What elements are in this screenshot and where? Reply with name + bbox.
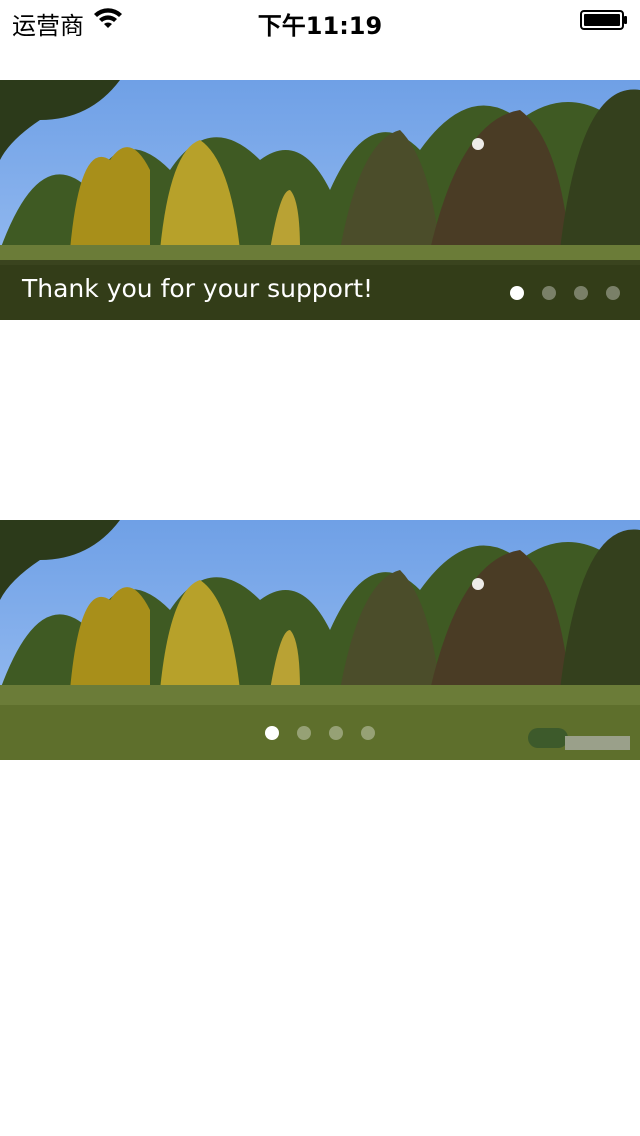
page-dot-3[interactable] <box>329 726 343 740</box>
page-dot-2[interactable] <box>297 726 311 740</box>
landscape-image <box>0 520 640 760</box>
page-dot-1[interactable] <box>510 286 524 300</box>
status-bar: 运营商 下午11:19 <box>0 0 640 40</box>
page-dot-4[interactable] <box>606 286 620 300</box>
page-dot-4[interactable] <box>361 726 375 740</box>
banner-carousel-bottom[interactable] <box>0 520 640 760</box>
page-dot-1[interactable] <box>265 726 279 740</box>
page-dot-3[interactable] <box>574 286 588 300</box>
page-dot-2[interactable] <box>542 286 556 300</box>
status-time: 下午11:19 <box>257 12 383 40</box>
banner-caption: Thank you for your support! <box>22 274 374 303</box>
banner-carousel-top[interactable]: Thank you for your support! <box>0 80 640 320</box>
page-indicator[interactable] <box>510 286 620 300</box>
battery-icon <box>580 10 627 30</box>
page-indicator[interactable] <box>265 726 375 740</box>
